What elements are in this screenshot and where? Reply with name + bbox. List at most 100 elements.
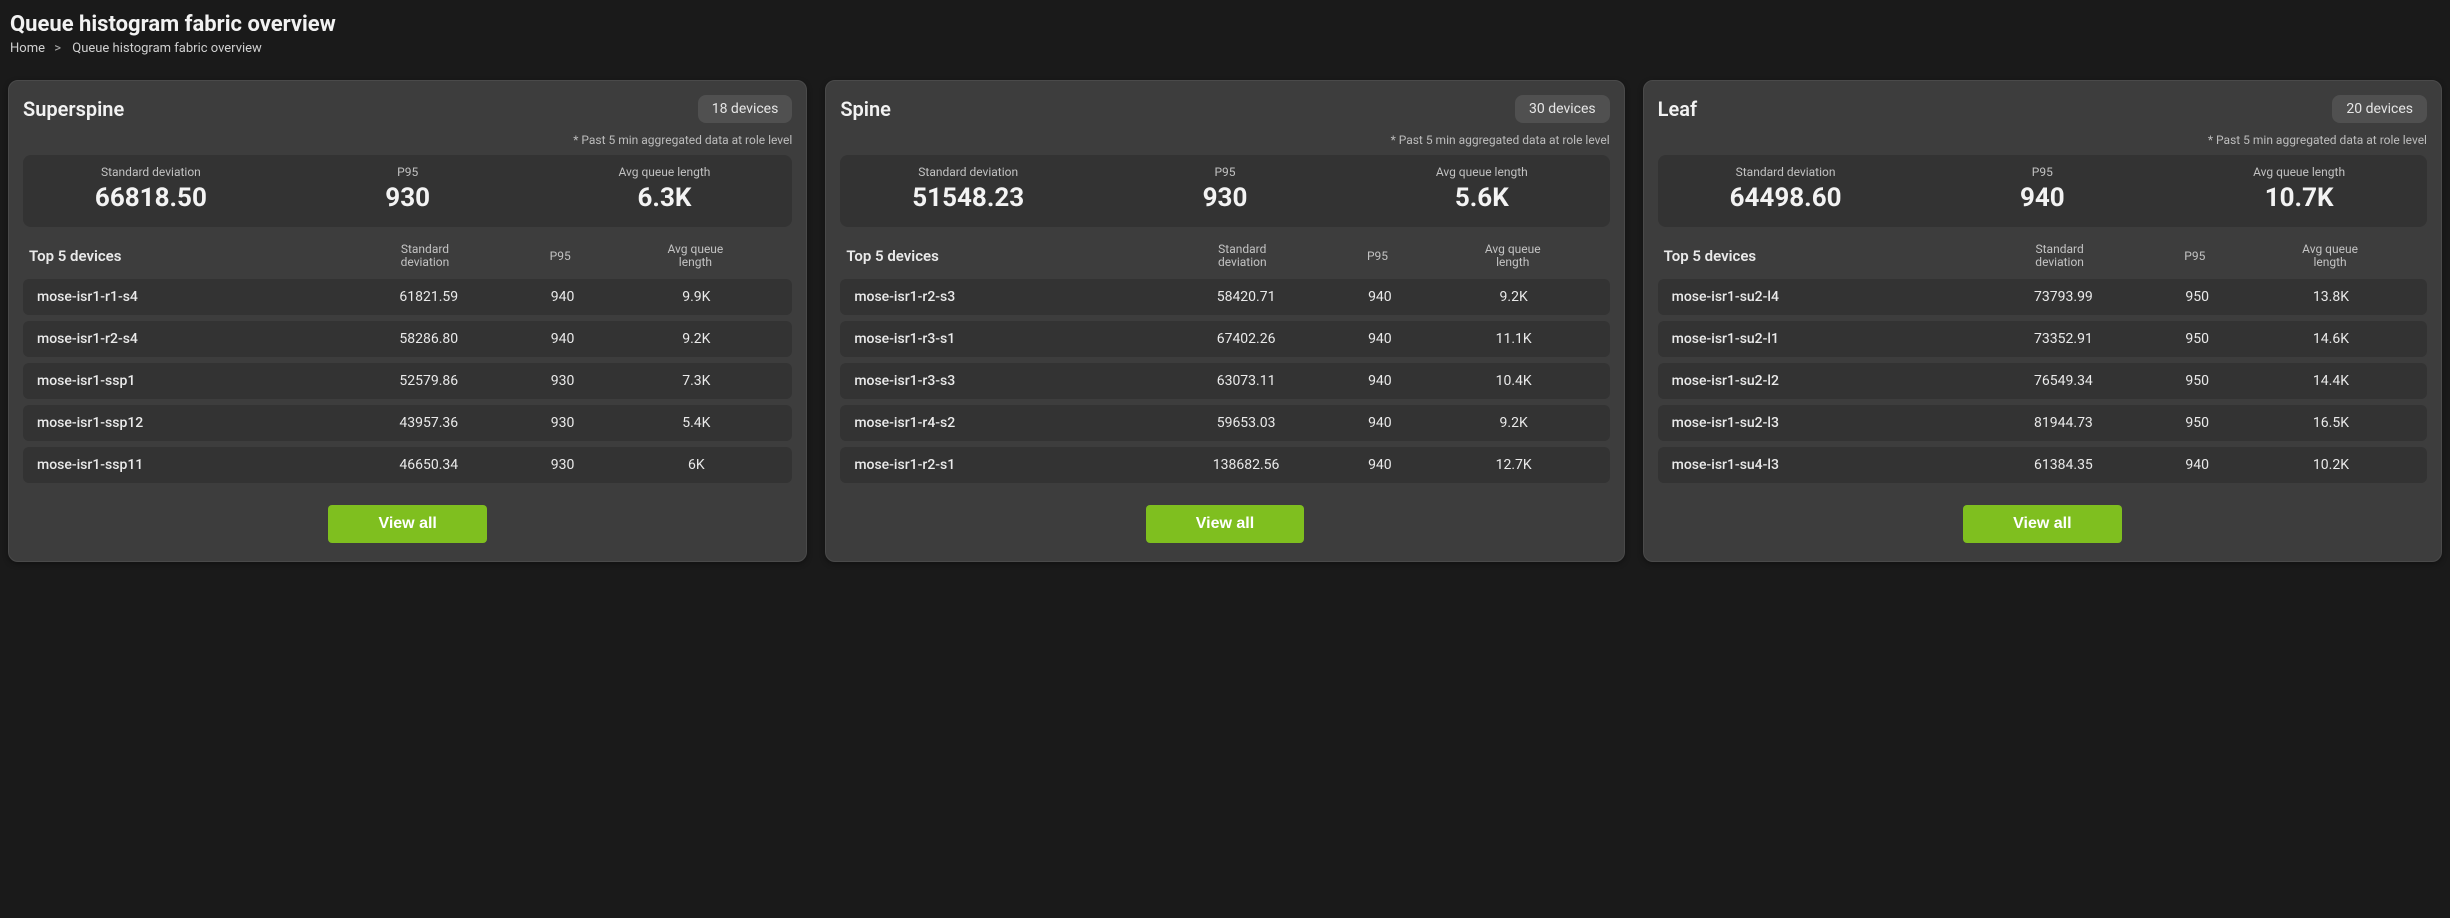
device-p95: 940 xyxy=(1332,289,1428,305)
role-card-spine: Spine 30 devices * Past 5 min aggregated… xyxy=(825,80,1624,562)
device-std: 138682.56 xyxy=(1160,457,1332,473)
stat-p95: P95 930 xyxy=(279,155,536,227)
card-title: Spine xyxy=(840,97,891,121)
device-std: 61821.59 xyxy=(343,289,515,305)
card-title: Superspine xyxy=(23,97,124,121)
device-p95: 940 xyxy=(2149,457,2245,473)
aggregation-note: * Past 5 min aggregated data at role lev… xyxy=(1658,133,2427,147)
device-std: 73352.91 xyxy=(1977,331,2149,347)
table-row[interactable]: mose-isr1-r2-s1 138682.56 940 12.7K xyxy=(840,447,1609,483)
device-name: mose-isr1-r2-s4 xyxy=(37,331,343,347)
viewall-wrap: View all xyxy=(1658,505,2427,543)
table-row[interactable]: mose-isr1-ssp12 43957.36 930 5.4K xyxy=(23,405,792,441)
role-card-leaf: Leaf 20 devices * Past 5 min aggregated … xyxy=(1643,80,2442,562)
device-count-badge: 30 devices xyxy=(1515,95,1610,123)
device-name: mose-isr1-r1-s4 xyxy=(37,289,343,305)
table-row[interactable]: mose-isr1-ssp11 46650.34 930 6K xyxy=(23,447,792,483)
device-std: 73793.99 xyxy=(1977,289,2149,305)
device-std: 59653.03 xyxy=(1160,415,1332,431)
device-p95: 950 xyxy=(2149,415,2245,431)
stat-p95: P95 930 xyxy=(1096,155,1353,227)
col-header-std: Standarddeviation xyxy=(338,243,512,269)
stat-avgq-label: Avg queue length xyxy=(2177,165,2421,179)
table-row[interactable]: mose-isr1-su2-l4 73793.99 950 13.8K xyxy=(1658,279,2427,315)
device-std: 46650.34 xyxy=(343,457,515,473)
device-name: mose-isr1-r3-s3 xyxy=(854,373,1160,389)
table-row[interactable]: mose-isr1-r4-s2 59653.03 940 9.2K xyxy=(840,405,1609,441)
table-row[interactable]: mose-isr1-r2-s4 58286.80 940 9.2K xyxy=(23,321,792,357)
device-avgq: 6K xyxy=(610,457,782,473)
stat-p95-label: P95 xyxy=(1920,165,2164,179)
device-std: 63073.11 xyxy=(1160,373,1332,389)
view-all-button[interactable]: View all xyxy=(1963,505,2121,543)
stat-p95-label: P95 xyxy=(1103,165,1347,179)
card-header: Leaf 20 devices xyxy=(1658,95,2427,123)
device-name: mose-isr1-su2-l4 xyxy=(1672,289,1978,305)
card-header: Superspine 18 devices xyxy=(23,95,792,123)
device-name: mose-isr1-su2-l2 xyxy=(1672,373,1978,389)
table-row[interactable]: mose-isr1-su2-l1 73352.91 950 14.6K xyxy=(1658,321,2427,357)
col-header-p95: P95 xyxy=(2147,250,2244,263)
device-avgq: 13.8K xyxy=(2245,289,2417,305)
device-avgq: 5.4K xyxy=(610,415,782,431)
device-avgq: 7.3K xyxy=(610,373,782,389)
breadcrumb-separator: > xyxy=(54,41,61,56)
top5-title: Top 5 devices xyxy=(1664,247,1973,265)
col-header-std: Standarddeviation xyxy=(1973,243,2147,269)
stat-avgq-value: 6.3K xyxy=(543,183,787,213)
stat-std: Standard deviation 66818.50 xyxy=(23,155,279,227)
table-row[interactable]: mose-isr1-r1-s4 61821.59 940 9.9K xyxy=(23,279,792,315)
table-row[interactable]: mose-isr1-r2-s3 58420.71 940 9.2K xyxy=(840,279,1609,315)
stat-std-label: Standard deviation xyxy=(846,165,1090,179)
page-root: Queue histogram fabric overview Home > Q… xyxy=(0,0,2450,582)
role-card-superspine: Superspine 18 devices * Past 5 min aggre… xyxy=(8,80,807,562)
stat-std-value: 64498.60 xyxy=(1664,183,1908,213)
stat-avgq: Avg queue length 6.3K xyxy=(536,155,793,227)
device-avgq: 14.6K xyxy=(2245,331,2417,347)
stat-std-label: Standard deviation xyxy=(1664,165,1908,179)
col-header-p95: P95 xyxy=(1329,250,1426,263)
rows-container: mose-isr1-su2-l4 73793.99 950 13.8K mose… xyxy=(1658,279,2427,483)
device-p95: 940 xyxy=(515,331,611,347)
top5-title: Top 5 devices xyxy=(29,247,338,265)
stats-row: Standard deviation 51548.23 P95 930 Avg … xyxy=(840,155,1609,227)
device-avgq: 16.5K xyxy=(2245,415,2417,431)
view-all-button[interactable]: View all xyxy=(328,505,486,543)
stat-std-value: 51548.23 xyxy=(846,183,1090,213)
top5-title: Top 5 devices xyxy=(846,247,1155,265)
device-std: 61384.35 xyxy=(1977,457,2149,473)
device-name: mose-isr1-su2-l3 xyxy=(1672,415,1978,431)
table-row[interactable]: mose-isr1-r3-s1 67402.26 940 11.1K xyxy=(840,321,1609,357)
table-row[interactable]: mose-isr1-su2-l2 76549.34 950 14.4K xyxy=(1658,363,2427,399)
device-p95: 940 xyxy=(1332,331,1428,347)
table-row[interactable]: mose-isr1-su2-l3 81944.73 950 16.5K xyxy=(1658,405,2427,441)
device-avgq: 14.4K xyxy=(2245,373,2417,389)
device-count-badge: 18 devices xyxy=(698,95,793,123)
rows-container: mose-isr1-r1-s4 61821.59 940 9.9K mose-i… xyxy=(23,279,792,483)
breadcrumb-current: Queue histogram fabric overview xyxy=(72,41,262,56)
page-title: Queue histogram fabric overview xyxy=(8,12,2442,41)
device-avgq: 9.2K xyxy=(1428,415,1600,431)
stat-avgq: Avg queue length 10.7K xyxy=(2170,155,2427,227)
device-p95: 950 xyxy=(2149,289,2245,305)
device-p95: 940 xyxy=(1332,457,1428,473)
stat-p95-value: 930 xyxy=(286,183,530,213)
table-row[interactable]: mose-isr1-su4-l3 61384.35 940 10.2K xyxy=(1658,447,2427,483)
col-header-avgq: Avg queuelength xyxy=(1426,243,1600,269)
device-p95: 940 xyxy=(515,289,611,305)
viewall-wrap: View all xyxy=(840,505,1609,543)
stats-row: Standard deviation 64498.60 P95 940 Avg … xyxy=(1658,155,2427,227)
col-header-avgq: Avg queuelength xyxy=(2243,243,2417,269)
device-avgq: 9.9K xyxy=(610,289,782,305)
view-all-button[interactable]: View all xyxy=(1146,505,1304,543)
device-name: mose-isr1-r2-s1 xyxy=(854,457,1160,473)
breadcrumb-home[interactable]: Home xyxy=(10,41,45,56)
device-std: 76549.34 xyxy=(1977,373,2149,389)
viewall-wrap: View all xyxy=(23,505,792,543)
device-std: 67402.26 xyxy=(1160,331,1332,347)
device-name: mose-isr1-ssp12 xyxy=(37,415,343,431)
device-name: mose-isr1-r2-s3 xyxy=(854,289,1160,305)
device-avgq: 10.2K xyxy=(2245,457,2417,473)
table-row[interactable]: mose-isr1-r3-s3 63073.11 940 10.4K xyxy=(840,363,1609,399)
table-row[interactable]: mose-isr1-ssp1 52579.86 930 7.3K xyxy=(23,363,792,399)
